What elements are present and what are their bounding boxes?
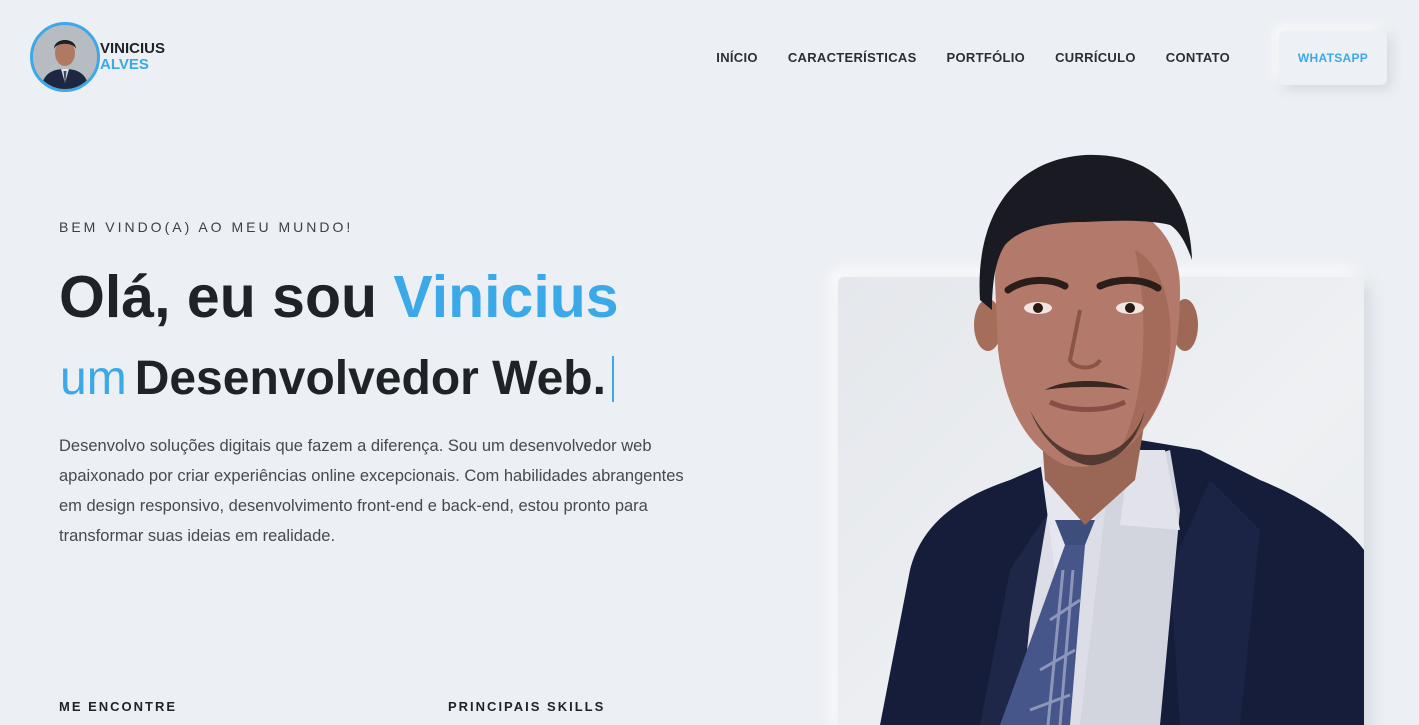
nav-portfolio[interactable]: PORTFÓLIO [947,31,1026,85]
find-me-heading: ME ENCONTRE [59,699,178,714]
hero-name: Vinicius [393,264,619,330]
skills-heading: PRINCIPAIS SKILLS [448,699,606,714]
typing-cursor [611,356,614,402]
main-nav: INÍCIO CARACTERÍSTICAS PORTFÓLIO CURRÍCU… [716,31,1387,85]
hero-role-text: Desenvolvedor Web. [134,352,606,405]
hero-description: Desenvolvo soluções digitais que fazem a… [59,437,684,545]
brand-last-name: ALVES [100,56,149,73]
site-header: VINICIUS ALVES INÍCIO CARACTERÍSTICAS PO… [0,0,1419,118]
hero-greeting: Olá, eu sou [59,264,394,330]
nav-contato[interactable]: CONTATO [1166,31,1230,85]
hero-role-prefix: um [60,352,127,405]
nav-inicio[interactable]: INÍCIO [716,31,758,85]
avatar-portrait-image [33,25,97,89]
hero-headline: Olá, eu sou Vinicius [59,262,619,332]
hero-eyebrow: BEM VINDO(A) AO MEU MUNDO! [59,219,354,235]
nav-curriculo[interactable]: CURRÍCULO [1055,31,1136,85]
hero-role: um Desenvolvedor Web. [60,348,614,410]
whatsapp-button[interactable]: WHATSAPP [1279,31,1387,85]
nav-caracteristicas[interactable]: CARACTERÍSTICAS [788,31,917,85]
avatar [30,22,100,92]
brand-logo[interactable]: VINICIUS ALVES [30,22,165,92]
hero-portrait-image [880,154,1364,725]
brand-first-name: VINICIUS [100,40,166,57]
